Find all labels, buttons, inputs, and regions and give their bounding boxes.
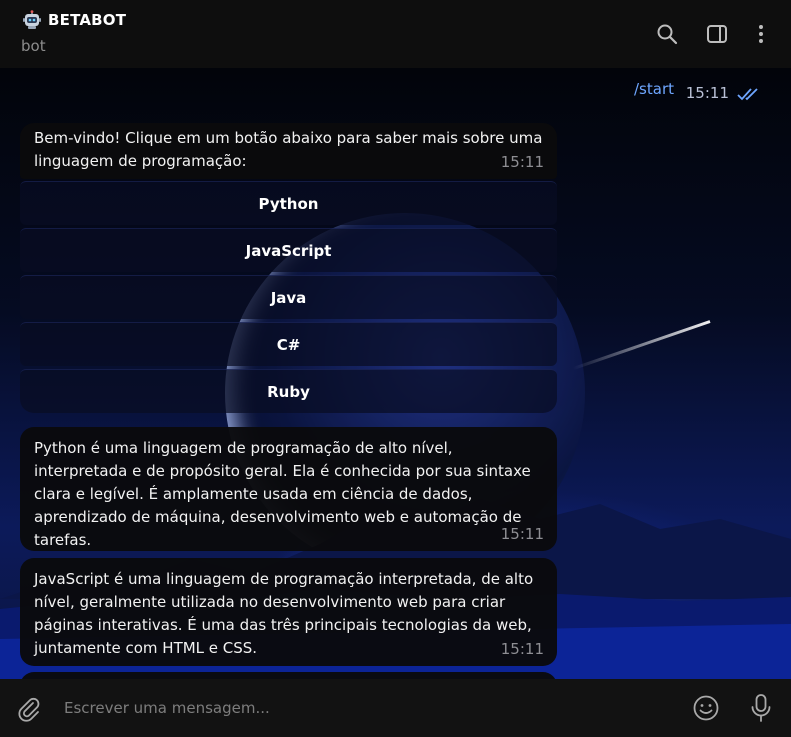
keyboard-button-java[interactable]: Java [20, 275, 557, 319]
message-bubble[interactable]: JavaScript é uma linguagem de programaçã… [20, 558, 557, 666]
message-bubble-partial[interactable] [20, 672, 557, 679]
double-check-icon [737, 86, 763, 102]
message-time: 15:11 [500, 153, 544, 171]
search-icon[interactable] [655, 22, 679, 46]
message-text: Bem-vindo! Clique em um botão abaixo par… [34, 129, 543, 170]
microphone-icon[interactable] [748, 693, 774, 723]
message-input[interactable] [64, 695, 644, 721]
bot-status: bot [21, 37, 46, 55]
message-bubble[interactable]: Python é uma linguagem de programação de… [20, 427, 557, 551]
keyboard-button-ruby[interactable]: Ruby [20, 369, 557, 413]
more-vertical-icon[interactable] [749, 22, 773, 46]
bot-name: BETABOT [48, 11, 127, 29]
outgoing-time: 15:11 [685, 84, 729, 102]
message-composer [0, 679, 791, 737]
chat-title[interactable]: BETABOT [22, 10, 126, 30]
sidebar-toggle-icon[interactable] [705, 22, 729, 46]
outgoing-message[interactable]: /start 15:11 [531, 76, 791, 106]
chat-area[interactable]: /start 15:11 Bem-vindo! Clique em um bot… [0, 68, 791, 679]
attach-icon[interactable] [16, 696, 42, 722]
robot-icon [22, 10, 42, 30]
message-text: Python é uma linguagem de programação de… [34, 439, 531, 549]
chat-header: BETABOT bot [0, 0, 791, 68]
message-text: JavaScript é uma linguagem de programaçã… [34, 570, 534, 657]
keyboard-button-python[interactable]: Python [20, 181, 557, 225]
message-bubble[interactable]: Bem-vindo! Clique em um botão abaixo par… [20, 123, 557, 179]
outgoing-text: /start [634, 80, 674, 98]
background-meteor [572, 320, 711, 371]
message-time: 15:11 [500, 525, 544, 543]
keyboard-button-csharp[interactable]: C# [20, 322, 557, 366]
emoji-icon[interactable] [692, 694, 720, 722]
keyboard-button-javascript[interactable]: JavaScript [20, 228, 557, 272]
message-time: 15:11 [500, 640, 544, 658]
